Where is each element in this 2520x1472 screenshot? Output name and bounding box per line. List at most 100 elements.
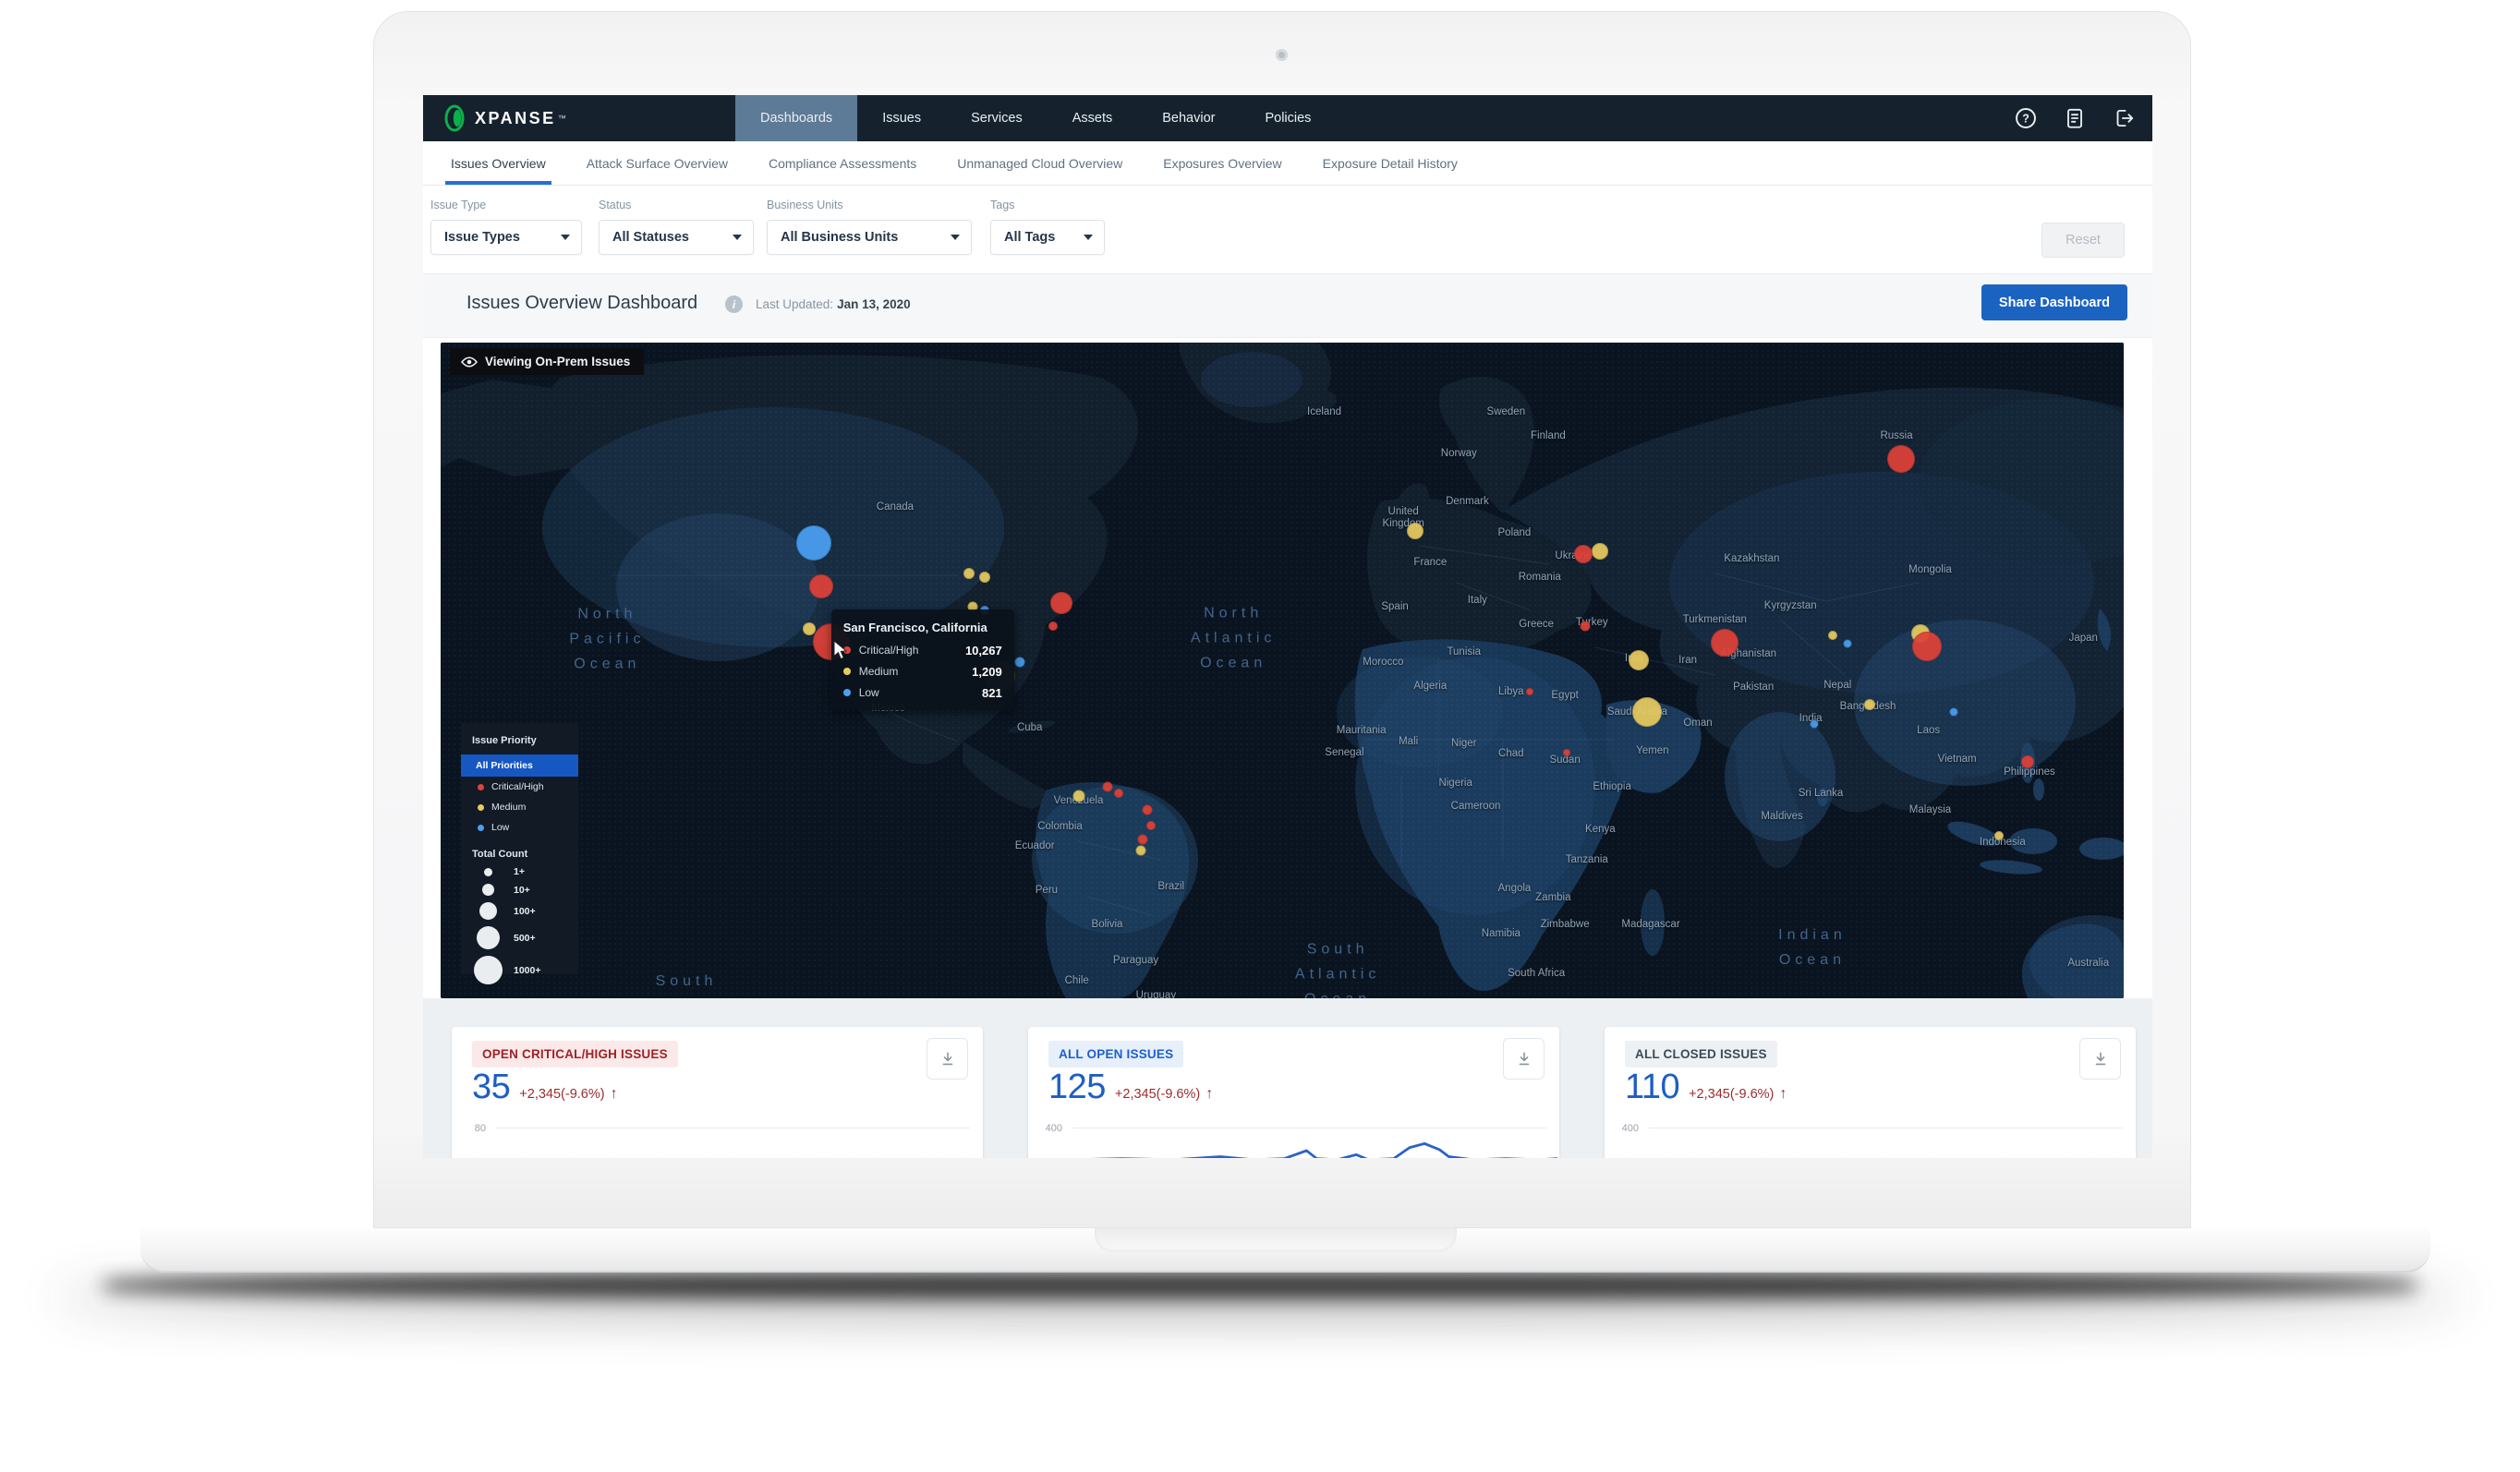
- nav-item-dashboards[interactable]: Dashboards: [735, 95, 857, 141]
- country-label-tanzania: Tanzania: [1566, 854, 1608, 865]
- legend-all-priorities-option[interactable]: All Priorities: [461, 754, 578, 777]
- map-marker-red[interactable]: [1102, 782, 1112, 792]
- map-marker-red[interactable]: [1048, 621, 1058, 631]
- world-map-continents: [441, 343, 2124, 998]
- filter-dropdown-tags[interactable]: All Tags: [990, 220, 1105, 255]
- map-marker-red[interactable]: [1887, 445, 1915, 473]
- map-marker-red[interactable]: [1526, 688, 1533, 695]
- eye-icon: [461, 356, 478, 368]
- chart-grid-row: 400: [1619, 1108, 2123, 1148]
- filter-dropdown-status[interactable]: All Statuses: [599, 220, 754, 255]
- download-icon[interactable]: [2079, 1038, 2121, 1080]
- map-marker-red[interactable]: [1050, 592, 1072, 614]
- map-marker-red[interactable]: [1143, 804, 1153, 814]
- country-label-sweden: Sweden: [1487, 406, 1526, 417]
- webcam-dot: [1276, 49, 1288, 61]
- map-marker-red[interactable]: [2021, 755, 2034, 768]
- stat-card-value-row: 35+2,345(-9.6%)↑: [472, 1068, 618, 1107]
- filter-dropdown-business-units[interactable]: All Business Units: [767, 220, 972, 255]
- map-marker-yellow[interactable]: [1072, 790, 1084, 802]
- map-marker-yellow[interactable]: [1629, 650, 1649, 670]
- map-marker-red[interactable]: [1137, 835, 1147, 845]
- brand-logo[interactable]: XPANSE™: [423, 95, 735, 141]
- tab-attack-surface-overview[interactable]: Attack Surface Overview: [587, 141, 728, 185]
- map-marker-yellow[interactable]: [1864, 699, 1875, 710]
- map-marker-yellow[interactable]: [1135, 845, 1145, 855]
- legend-option-medium[interactable]: Medium: [461, 797, 578, 817]
- map-marker-yellow[interactable]: [1592, 543, 1608, 560]
- country-label-japan: Japan: [2069, 633, 2098, 644]
- trend-up-arrow-icon: ↑: [1779, 1086, 1787, 1103]
- country-label-libya: Libya: [1498, 686, 1524, 697]
- filter-field-business-units: Business UnitsAll Business Units: [767, 199, 972, 255]
- country-label-mauritania: Mauritania: [1337, 725, 1387, 736]
- stat-cards-strip: OPEN CRITICAL/HIGH ISSUES35+2,345(-9.6%)…: [423, 998, 2152, 1158]
- country-label-united-kingdom: United Kingdom: [1374, 506, 1433, 530]
- priority-dot-yellow: [843, 668, 851, 675]
- share-dashboard-button[interactable]: Share Dashboard: [1981, 284, 2127, 320]
- country-label-yemen: Yemen: [1636, 745, 1668, 756]
- map-marker-red[interactable]: [1114, 789, 1123, 798]
- stat-card-title: ALL CLOSED ISSUES: [1625, 1041, 1777, 1068]
- download-icon[interactable]: [927, 1038, 968, 1080]
- map-marker-yellow[interactable]: [1407, 523, 1424, 539]
- tab-exposure-detail-history[interactable]: Exposure Detail History: [1323, 141, 1458, 185]
- chevron-down-icon: [1084, 235, 1093, 240]
- nav-item-assets[interactable]: Assets: [1048, 95, 1138, 141]
- map-marker-yellow[interactable]: [1632, 697, 1662, 727]
- nav-item-behavior[interactable]: Behavior: [1137, 95, 1240, 141]
- country-label-namibia: Namibia: [1482, 928, 1520, 939]
- help-icon[interactable]: ?: [2014, 106, 2038, 130]
- map-marker-blue[interactable]: [1844, 639, 1852, 647]
- country-label-australia: Australia: [2067, 958, 2109, 969]
- country-label-romania: Romania: [1519, 572, 1561, 583]
- info-icon[interactable]: i: [725, 296, 743, 313]
- map-marker-red[interactable]: [809, 574, 833, 598]
- legend-option-critical-high[interactable]: Critical/High: [461, 777, 578, 797]
- ocean-label-south-pacific: SouthPacific: [648, 969, 724, 998]
- country-label-iceland: Iceland: [1307, 406, 1341, 417]
- tab-compliance-assessments[interactable]: Compliance Assessments: [769, 141, 916, 185]
- world-map[interactable]: NorthPacificOceanNorthAtlanticOceanSouth…: [441, 343, 2124, 998]
- download-icon[interactable]: [1503, 1038, 1545, 1080]
- map-marker-red[interactable]: [1574, 545, 1593, 563]
- tab-exposures-overview[interactable]: Exposures Overview: [1163, 141, 1281, 185]
- map-marker-red[interactable]: [1580, 621, 1590, 631]
- dashboard-header: Issues Overview Dashboard i Last Updated…: [423, 273, 2152, 338]
- legend-option-low[interactable]: Low: [461, 817, 578, 838]
- reset-button[interactable]: Reset: [2041, 223, 2125, 258]
- report-icon[interactable]: [2063, 106, 2087, 130]
- country-label-kyrgyzstan: Kyrgyzstan: [1764, 600, 1817, 611]
- filter-dropdown-issue-type[interactable]: Issue Types: [430, 220, 582, 255]
- tab-issues-overview[interactable]: Issues Overview: [451, 141, 546, 185]
- nav-item-policies[interactable]: Policies: [1240, 95, 1336, 141]
- map-marker-red[interactable]: [1146, 821, 1156, 830]
- map-marker-yellow[interactable]: [979, 572, 990, 583]
- tab-unmanaged-cloud-overview[interactable]: Unmanaged Cloud Overview: [957, 141, 1122, 185]
- country-label-cameroon: Cameroon: [1451, 801, 1501, 812]
- map-marker-red[interactable]: [1912, 632, 1942, 661]
- map-marker-blue[interactable]: [1810, 719, 1818, 728]
- country-label-canada: Canada: [877, 501, 914, 513]
- map-marker-blue[interactable]: [1949, 708, 1957, 717]
- nav-item-services[interactable]: Services: [946, 95, 1048, 141]
- stat-card-all-open-issues: ALL OPEN ISSUES125+2,345(-9.6%)↑400300: [1028, 1027, 1559, 1158]
- stat-card-value-row: 110+2,345(-9.6%)↑: [1625, 1068, 1787, 1107]
- map-marker-yellow[interactable]: [963, 568, 975, 579]
- priority-dot-blue: [843, 689, 851, 696]
- map-marker-red[interactable]: [1711, 629, 1739, 657]
- country-label-kazakhstan: Kazakhstan: [1724, 553, 1779, 564]
- map-marker-red[interactable]: [1563, 749, 1570, 756]
- country-label-philippines: Philippines: [2004, 766, 2055, 778]
- map-marker-blue[interactable]: [796, 525, 831, 561]
- trend-up-arrow-icon: ↑: [611, 1086, 618, 1103]
- map-marker-yellow[interactable]: [1828, 631, 1837, 640]
- logout-icon[interactable]: [2112, 106, 2136, 130]
- nav-item-issues[interactable]: Issues: [857, 95, 946, 141]
- country-label-nigeria: Nigeria: [1438, 778, 1472, 789]
- map-marker-yellow[interactable]: [1994, 831, 2004, 840]
- nav-items: DashboardsIssuesServicesAssetsBehaviorPo…: [735, 95, 1336, 141]
- nav-right-icons: ?: [2014, 95, 2136, 141]
- last-updated: Last Updated:Jan 13, 2020: [756, 297, 911, 311]
- map-marker-blue[interactable]: [1014, 658, 1024, 668]
